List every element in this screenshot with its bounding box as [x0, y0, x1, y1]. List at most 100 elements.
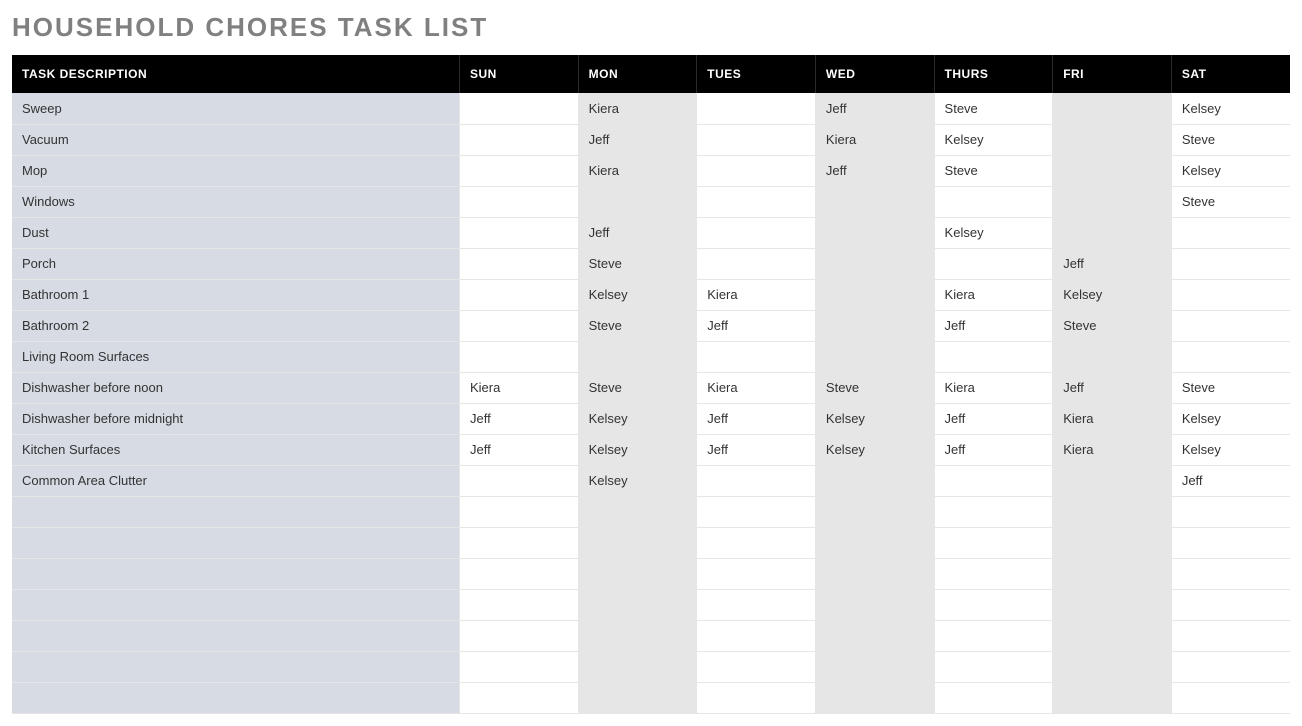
cell-tues — [697, 217, 816, 248]
table-row — [12, 558, 1290, 589]
cell-sat: Steve — [1171, 124, 1290, 155]
cell-task-description — [12, 527, 459, 558]
cell-thurs — [934, 589, 1053, 620]
cell-fri: Steve — [1053, 310, 1172, 341]
col-task-description: TASK DESCRIPTION — [12, 55, 459, 93]
cell-sat — [1171, 527, 1290, 558]
cell-wed — [815, 217, 934, 248]
table-row: SweepKieraJeffSteveKelsey — [12, 93, 1290, 124]
cell-fri — [1053, 93, 1172, 124]
cell-fri — [1053, 155, 1172, 186]
cell-task-description — [12, 682, 459, 713]
cell-sat — [1171, 589, 1290, 620]
cell-tues: Jeff — [697, 434, 816, 465]
cell-sat — [1171, 310, 1290, 341]
cell-tues — [697, 620, 816, 651]
cell-thurs: Jeff — [934, 403, 1053, 434]
table-row — [12, 620, 1290, 651]
table-row: WindowsSteve — [12, 186, 1290, 217]
cell-mon: Steve — [578, 372, 697, 403]
cell-task-description — [12, 589, 459, 620]
cell-fri: Kelsey — [1053, 279, 1172, 310]
cell-mon — [578, 341, 697, 372]
cell-thurs: Jeff — [934, 310, 1053, 341]
cell-thurs — [934, 527, 1053, 558]
col-thurs: THURS — [934, 55, 1053, 93]
cell-sun — [459, 217, 578, 248]
cell-sun — [459, 279, 578, 310]
cell-sun — [459, 248, 578, 279]
cell-sat — [1171, 341, 1290, 372]
cell-thurs — [934, 465, 1053, 496]
cell-sun — [459, 186, 578, 217]
cell-tues — [697, 651, 816, 682]
cell-mon — [578, 682, 697, 713]
cell-tues — [697, 589, 816, 620]
cell-thurs — [934, 651, 1053, 682]
cell-wed: Kiera — [815, 124, 934, 155]
cell-fri — [1053, 186, 1172, 217]
cell-sat — [1171, 279, 1290, 310]
cell-task-description — [12, 620, 459, 651]
col-fri: FRI — [1053, 55, 1172, 93]
cell-mon: Jeff — [578, 124, 697, 155]
cell-task-description — [12, 496, 459, 527]
cell-fri — [1053, 124, 1172, 155]
col-wed: WED — [815, 55, 934, 93]
cell-tues — [697, 186, 816, 217]
cell-sat: Jeff — [1171, 465, 1290, 496]
cell-wed — [815, 589, 934, 620]
cell-mon — [578, 558, 697, 589]
cell-wed — [815, 465, 934, 496]
cell-sun — [459, 558, 578, 589]
cell-fri: Jeff — [1053, 372, 1172, 403]
cell-mon: Jeff — [578, 217, 697, 248]
cell-thurs — [934, 558, 1053, 589]
table-row — [12, 496, 1290, 527]
cell-wed — [815, 527, 934, 558]
cell-fri: Kiera — [1053, 403, 1172, 434]
cell-wed — [815, 248, 934, 279]
chores-table: TASK DESCRIPTION SUN MON TUES WED THURS … — [12, 55, 1290, 714]
cell-thurs — [934, 496, 1053, 527]
cell-tues: Kiera — [697, 372, 816, 403]
cell-mon: Kiera — [578, 155, 697, 186]
cell-mon — [578, 620, 697, 651]
cell-sun: Jeff — [459, 434, 578, 465]
table-row: Living Room Surfaces — [12, 341, 1290, 372]
cell-mon — [578, 496, 697, 527]
table-row: Bathroom 1KelseyKieraKieraKelsey — [12, 279, 1290, 310]
col-mon: MON — [578, 55, 697, 93]
cell-thurs: Jeff — [934, 434, 1053, 465]
cell-sun — [459, 465, 578, 496]
cell-sun — [459, 496, 578, 527]
cell-wed — [815, 186, 934, 217]
cell-task-description: Dishwasher before noon — [12, 372, 459, 403]
cell-sat — [1171, 248, 1290, 279]
cell-sun — [459, 155, 578, 186]
cell-fri — [1053, 496, 1172, 527]
cell-wed — [815, 279, 934, 310]
cell-sat: Kelsey — [1171, 155, 1290, 186]
cell-task-description: Mop — [12, 155, 459, 186]
cell-sun: Jeff — [459, 403, 578, 434]
cell-task-description: Kitchen Surfaces — [12, 434, 459, 465]
cell-fri: Jeff — [1053, 248, 1172, 279]
cell-sat: Steve — [1171, 372, 1290, 403]
cell-tues — [697, 558, 816, 589]
col-tues: TUES — [697, 55, 816, 93]
cell-sun: Kiera — [459, 372, 578, 403]
cell-fri — [1053, 217, 1172, 248]
table-row: Common Area ClutterKelseyJeff — [12, 465, 1290, 496]
cell-thurs: Steve — [934, 155, 1053, 186]
cell-fri — [1053, 558, 1172, 589]
cell-fri — [1053, 651, 1172, 682]
cell-sat: Kelsey — [1171, 434, 1290, 465]
cell-wed: Jeff — [815, 155, 934, 186]
cell-tues: Kiera — [697, 279, 816, 310]
cell-thurs — [934, 620, 1053, 651]
cell-tues — [697, 682, 816, 713]
cell-fri — [1053, 527, 1172, 558]
cell-mon — [578, 589, 697, 620]
cell-sat: Kelsey — [1171, 93, 1290, 124]
